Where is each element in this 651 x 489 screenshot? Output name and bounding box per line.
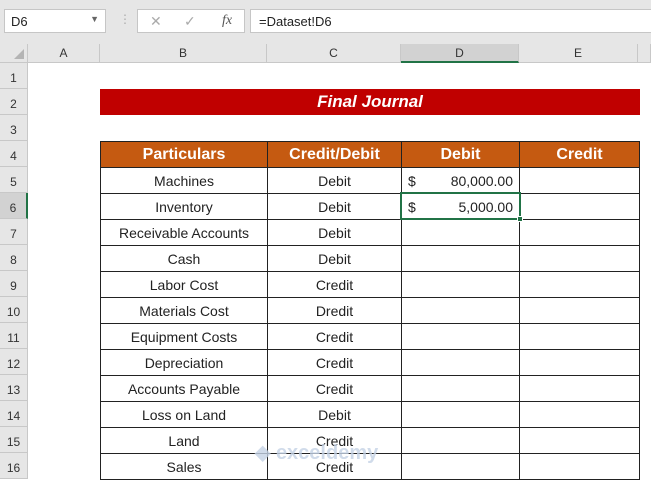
credit-cell[interactable] — [519, 349, 640, 376]
debit-cell[interactable] — [401, 297, 520, 324]
credit-cell[interactable] — [519, 245, 640, 272]
credit-cell[interactable] — [519, 401, 640, 428]
credit-debit-cell[interactable]: Credit — [267, 271, 402, 298]
particulars-cell[interactable]: Cash — [100, 245, 268, 272]
row-header-6[interactable]: 6 — [0, 193, 28, 219]
column-header-e[interactable]: E — [519, 44, 638, 63]
debit-cell[interactable] — [401, 349, 520, 376]
header-particulars[interactable]: Particulars — [100, 141, 268, 168]
debit-cell[interactable] — [401, 219, 520, 246]
fx-icon[interactable]: fx — [222, 13, 232, 29]
debit-cell[interactable]: $80,000.00 — [401, 167, 520, 194]
select-all-button[interactable] — [0, 44, 28, 63]
credit-debit-cell[interactable]: Debit — [267, 245, 402, 272]
row-header-4[interactable]: 4 — [0, 141, 28, 167]
credit-debit-cell[interactable]: Credit — [267, 349, 402, 376]
row-header-15[interactable]: 15 — [0, 427, 28, 453]
row-header-1[interactable]: 1 — [0, 63, 28, 89]
particulars-cell[interactable]: Labor Cost — [100, 271, 268, 298]
row-header-10[interactable]: 10 — [0, 297, 28, 323]
row-header-14[interactable]: 14 — [0, 401, 28, 427]
watermark-logo: ◆ exceldemy — [255, 442, 379, 464]
credit-debit-cell[interactable]: Credit — [267, 375, 402, 402]
column-header-a[interactable]: A — [28, 44, 100, 63]
row-header-13[interactable]: 13 — [0, 375, 28, 401]
debit-cell[interactable] — [401, 401, 520, 428]
debit-cell[interactable] — [401, 245, 520, 272]
name-box-value: D6 — [11, 14, 28, 29]
row-header-11[interactable]: 11 — [0, 323, 28, 349]
credit-debit-cell[interactable]: Dredit — [267, 297, 402, 324]
credit-cell[interactable] — [519, 271, 640, 298]
currency-symbol: $ — [408, 173, 416, 189]
particulars-cell[interactable]: Depreciation — [100, 349, 268, 376]
column-header-f[interactable] — [638, 44, 651, 63]
selected-cell-outline — [400, 192, 521, 220]
debit-cell[interactable] — [401, 453, 520, 480]
row-header-9[interactable]: 9 — [0, 271, 28, 297]
formula-bar-area: D6 ▼ ⋮ ✕ ✓ fx =Dataset!D6 — [0, 0, 651, 44]
credit-cell[interactable] — [519, 375, 640, 402]
row-header-16[interactable]: 16 — [0, 453, 28, 479]
credit-cell[interactable] — [519, 297, 640, 324]
sheet-title: Final Journal — [100, 89, 640, 115]
particulars-cell[interactable]: Loss on Land — [100, 401, 268, 428]
credit-cell[interactable] — [519, 193, 640, 220]
particulars-cell[interactable]: Equipment Costs — [100, 323, 268, 350]
particulars-cell[interactable]: Accounts Payable — [100, 375, 268, 402]
row-header-3[interactable]: 3 — [0, 115, 28, 141]
credit-debit-cell[interactable]: Debit — [267, 401, 402, 428]
credit-debit-cell[interactable]: Credit — [267, 323, 402, 350]
header-credit[interactable]: Credit — [519, 141, 640, 168]
formula-input[interactable]: =Dataset!D6 — [250, 9, 651, 33]
formula-buttons: ✕ ✓ fx — [137, 9, 245, 33]
cancel-icon[interactable]: ✕ — [150, 13, 162, 30]
column-header-b[interactable]: B — [100, 44, 267, 63]
header-debit[interactable]: Debit — [401, 141, 520, 168]
credit-cell[interactable] — [519, 219, 640, 246]
name-box[interactable]: D6 ▼ — [4, 9, 106, 33]
credit-cell[interactable] — [519, 427, 640, 454]
credit-debit-cell[interactable]: Debit — [267, 219, 402, 246]
debit-cell[interactable] — [401, 323, 520, 350]
row-header-7[interactable]: 7 — [0, 219, 28, 245]
debit-cell[interactable] — [401, 271, 520, 298]
column-header-c[interactable]: C — [267, 44, 401, 63]
debit-cell[interactable] — [401, 375, 520, 402]
row-header-5[interactable]: 5 — [0, 167, 28, 193]
particulars-cell[interactable]: Machines — [100, 167, 268, 194]
debit-amount: 80,000.00 — [450, 173, 513, 189]
row-header-12[interactable]: 12 — [0, 349, 28, 375]
credit-debit-cell[interactable]: Debit — [267, 193, 402, 220]
particulars-cell[interactable]: Land — [100, 427, 268, 454]
drag-handle-icon: ⋮ — [119, 12, 131, 26]
chevron-down-icon[interactable]: ▼ — [90, 14, 99, 24]
credit-cell[interactable] — [519, 453, 640, 480]
credit-cell[interactable] — [519, 167, 640, 194]
fill-handle[interactable] — [517, 216, 523, 222]
column-header-d[interactable]: D — [401, 44, 519, 63]
row-header-2[interactable]: 2 — [0, 89, 28, 115]
credit-cell[interactable] — [519, 323, 640, 350]
header-credit-debit[interactable]: Credit/Debit — [267, 141, 402, 168]
particulars-cell[interactable]: Inventory — [100, 193, 268, 220]
credit-debit-cell[interactable]: Debit — [267, 167, 402, 194]
particulars-cell[interactable]: Materials Cost — [100, 297, 268, 324]
debit-cell[interactable] — [401, 427, 520, 454]
particulars-cell[interactable]: Receivable Accounts — [100, 219, 268, 246]
row-header-8[interactable]: 8 — [0, 245, 28, 271]
enter-icon[interactable]: ✓ — [184, 13, 196, 30]
particulars-cell[interactable]: Sales — [100, 453, 268, 480]
